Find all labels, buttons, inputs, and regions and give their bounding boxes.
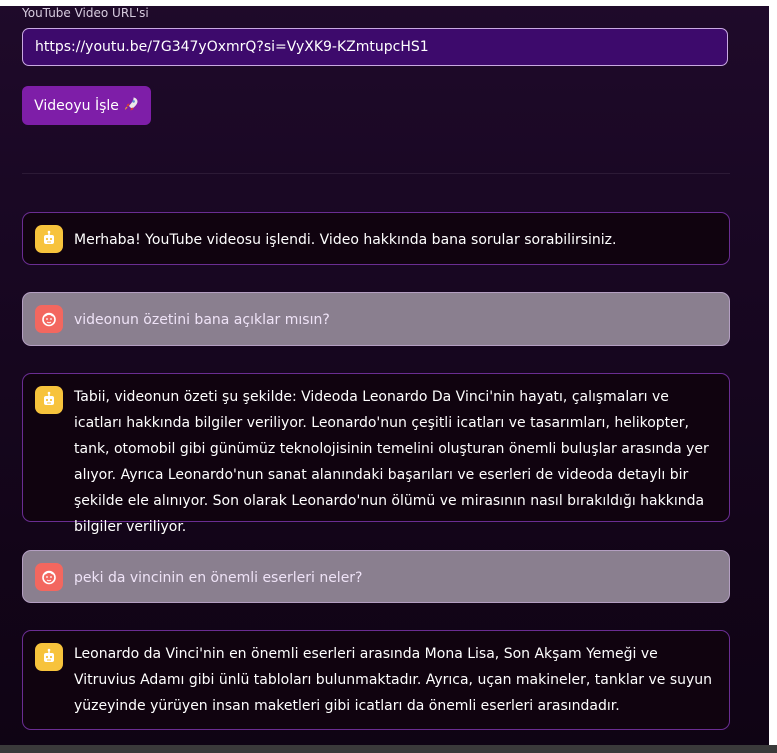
chat-message-text: Tabii, videonun özeti şu şekilde: Videod… — [74, 389, 709, 535]
process-button-label: Videoyu İşle — [34, 97, 119, 114]
chat-message-assistant: Tabii, videonun özeti şu şekilde: Videod… — [22, 373, 730, 535]
chat-message-text: videonun özetini bana açıklar mısın? — [74, 312, 330, 328]
chat-message-user: videonun özetini bana açıklar mısın? — [22, 292, 730, 346]
robot-icon — [35, 386, 63, 414]
robot-icon — [35, 225, 63, 253]
window-bottom-edge — [0, 745, 777, 753]
window-right-edge — [769, 0, 777, 753]
section-divider — [22, 173, 730, 174]
user-face-icon — [35, 563, 63, 591]
url-input[interactable] — [22, 28, 728, 66]
process-video-button[interactable]: Videoyu İşle — [22, 86, 151, 125]
robot-icon — [35, 643, 63, 671]
chat-message-text: peki da vincinin en önemli eserleri nele… — [74, 570, 363, 586]
chat-message-user: peki da vincinin en önemli eserleri nele… — [22, 550, 730, 603]
url-field-label: YouTube Video URL'si — [22, 6, 149, 20]
chat-message-text: Merhaba! YouTube videosu işlendi. Video … — [74, 232, 617, 248]
chat-message-assistant: Merhaba! YouTube videosu işlendi. Video … — [22, 212, 730, 265]
user-face-icon — [35, 305, 63, 333]
chat-message-assistant: Leonardo da Vinci'nin en önemli eserleri… — [22, 630, 730, 730]
rocket-icon — [123, 96, 139, 116]
chat-message-text: Leonardo da Vinci'nin en önemli eserleri… — [74, 646, 713, 714]
